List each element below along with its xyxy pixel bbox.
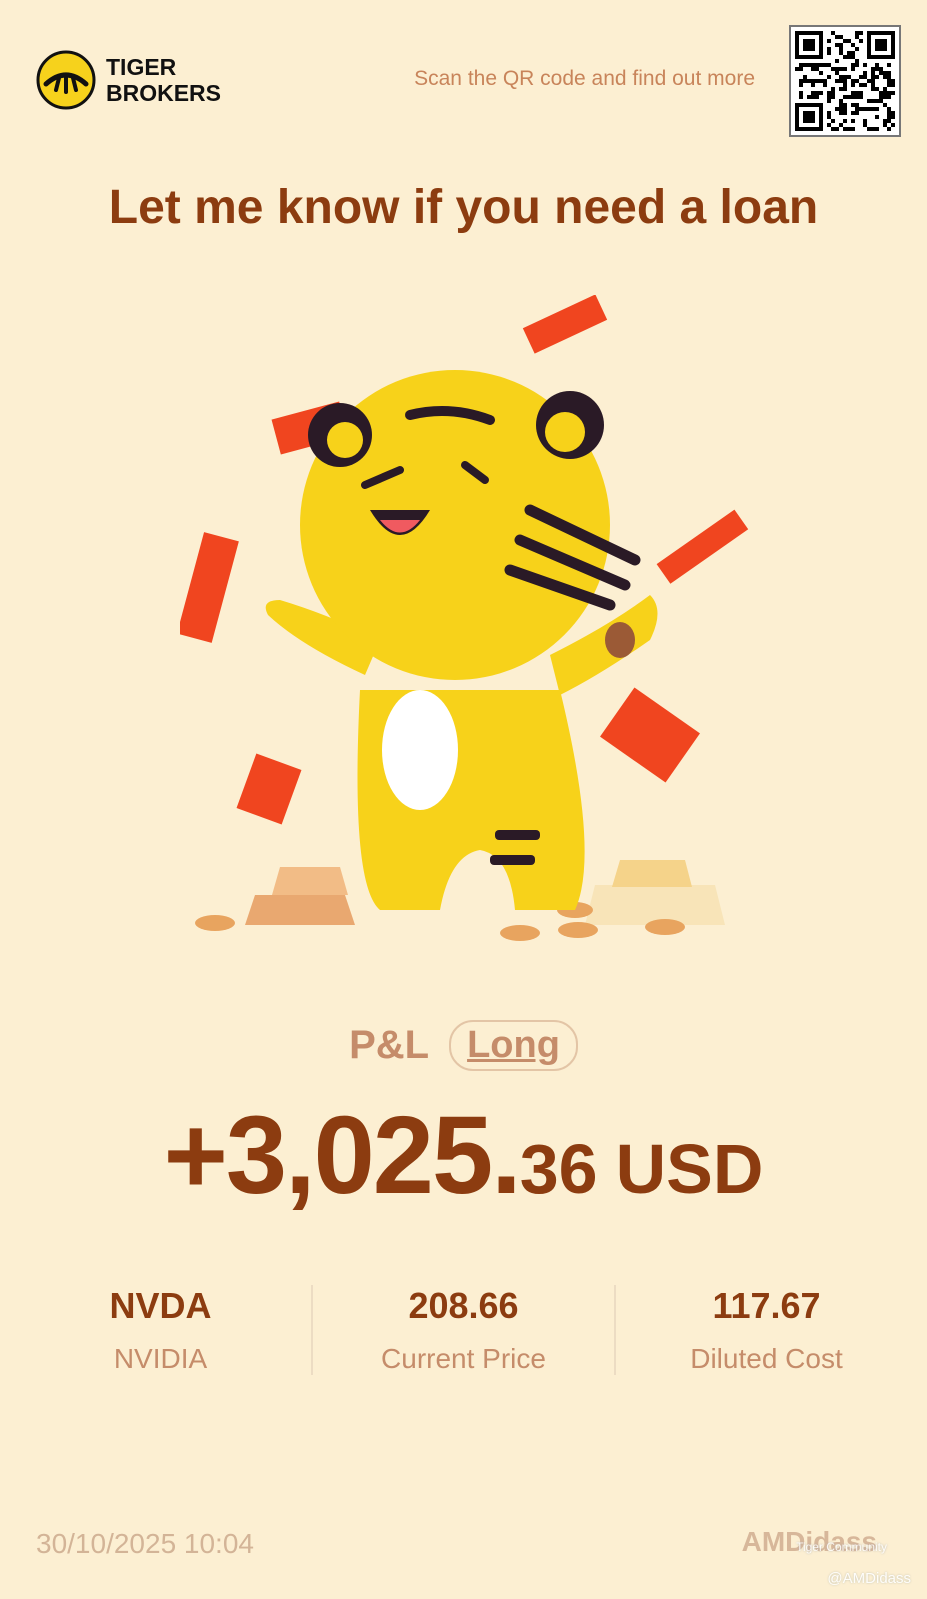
pl-label: P&L (349, 1023, 430, 1067)
stat-current-price: 208.66 Current Price (311, 1285, 614, 1375)
stat-diluted-cost: 117.67 Diluted Cost (614, 1285, 917, 1375)
pl-amount-integer: +3,025. (163, 1094, 522, 1217)
stat-symbol-label: NVIDIA (113, 1343, 208, 1374)
stat-diluted-cost-value: 117.67 (712, 1285, 821, 1326)
page-headline: Let me know if you need a loan (108, 181, 819, 234)
qr-code-icon[interactable] (789, 25, 901, 137)
qr-code-pattern (795, 31, 895, 131)
tiger-mascot-with-red-envelopes-and-gold-icon (180, 295, 749, 941)
brand-name-line1: TIGER (106, 54, 177, 80)
pl-currency: USD (615, 1130, 764, 1208)
stat-symbol: NVDA NVIDIA (10, 1285, 311, 1375)
pl-header: P&L Long (0, 1020, 927, 1071)
brand-name: TIGER BROKERS (106, 54, 221, 106)
position-type-badge[interactable]: Long (449, 1020, 578, 1071)
scan-qr-text: Scan the QR code and find out more (414, 67, 755, 90)
pl-amount-decimal: 36 (519, 1130, 598, 1208)
stat-symbol-value: NVDA (109, 1285, 212, 1326)
watermark-handle: @AMDidass (827, 1570, 911, 1587)
tiger-stripes-logo-icon (36, 50, 96, 110)
share-timestamp: 30/10/2025 10:04 (36, 1528, 254, 1559)
position-stats: NVDA NVIDIA 208.66 Current Price 117.67 … (10, 1285, 917, 1375)
stat-current-price-label: Current Price (381, 1343, 546, 1374)
watermark-site: Tiger Community (796, 1540, 887, 1554)
pl-amount: +3,025.36 USD (0, 1092, 927, 1219)
brand-logo-block: TIGER BROKERS (36, 50, 221, 110)
stat-diluted-cost-label: Diluted Cost (690, 1343, 843, 1374)
brand-name-line2: BROKERS (106, 80, 222, 106)
stat-current-price-value: 208.66 (408, 1285, 519, 1326)
